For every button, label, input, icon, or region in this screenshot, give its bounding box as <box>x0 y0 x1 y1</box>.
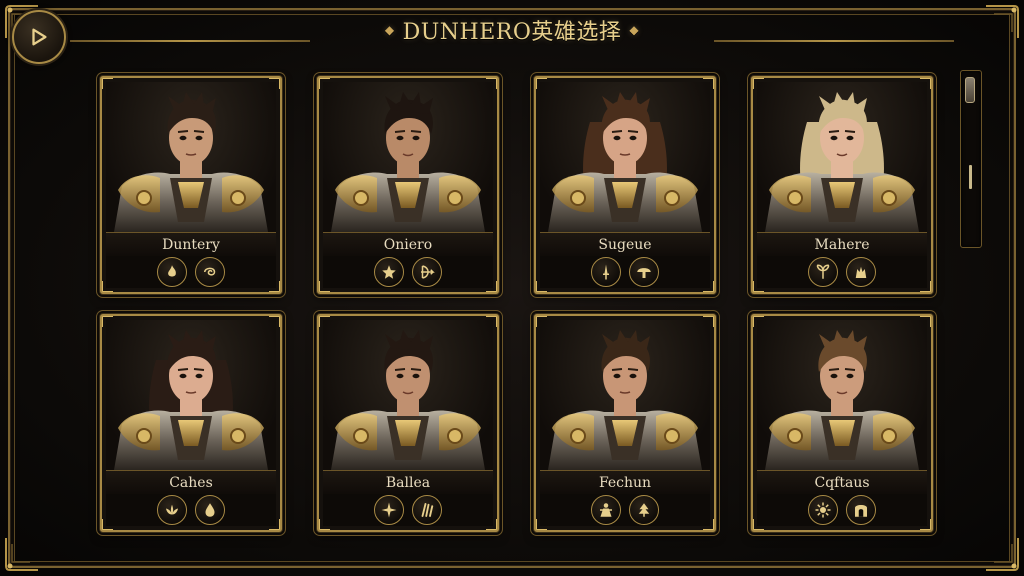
skill-slot[interactable] <box>374 257 404 287</box>
skill-slot[interactable] <box>412 495 442 525</box>
skill-slot[interactable] <box>629 257 659 287</box>
title-ornament-left: ◆ <box>384 23 395 37</box>
skill-slot[interactable] <box>374 495 404 525</box>
corner-ornament <box>982 2 1022 42</box>
page-title: ◆ DUNHERO英雄选择 ◆ <box>385 14 639 46</box>
hero-grid: Duntery Oniero Sugeue Mahere Cahes Balle… <box>98 72 933 532</box>
header-divider-right <box>714 40 954 42</box>
back-button[interactable] <box>12 10 66 64</box>
dagger-icon <box>603 264 609 280</box>
bow-icon <box>421 265 435 279</box>
hero-name: Mahere <box>757 232 927 258</box>
skill-slot[interactable] <box>846 495 876 525</box>
title-label: DUNHERO英雄选择 <box>402 20 622 45</box>
hero-card-sugeue[interactable]: Sugeue <box>534 76 716 294</box>
hero-skills <box>106 494 276 526</box>
hero-name: Duntery <box>106 232 276 258</box>
hero-skills <box>757 256 927 288</box>
swirl-icon <box>204 267 216 276</box>
lotus-icon <box>166 504 178 515</box>
corner-ornament <box>2 534 42 574</box>
hero-card-ballea[interactable]: Ballea <box>317 314 499 532</box>
leaf-icon <box>816 264 830 279</box>
hero-name: Cahes <box>106 470 276 496</box>
hero-name: Fechun <box>540 470 710 496</box>
hero-name: Ballea <box>323 470 493 496</box>
hero-portrait <box>323 82 493 232</box>
flame-icon <box>168 265 176 277</box>
hero-skills <box>323 256 493 288</box>
scroll-thumb[interactable] <box>965 77 975 103</box>
hero-skills <box>106 256 276 288</box>
header-divider-left <box>70 40 310 42</box>
hero-card-oniero[interactable]: Oniero <box>317 76 499 294</box>
star-icon <box>382 265 396 279</box>
skill-slot[interactable] <box>591 495 621 525</box>
hero-skills <box>540 256 710 288</box>
tree-icon <box>638 503 650 517</box>
hero-card-cahes[interactable]: Cahes <box>100 314 282 532</box>
hero-portrait <box>106 82 276 232</box>
claw-icon <box>421 503 434 517</box>
drop-icon <box>205 503 215 517</box>
hero-skills <box>540 494 710 526</box>
skill-slot[interactable] <box>195 257 225 287</box>
hero-portrait <box>540 320 710 470</box>
skill-slot[interactable] <box>591 257 621 287</box>
hero-portrait <box>757 320 927 470</box>
skill-slot[interactable] <box>808 257 838 287</box>
hero-name: Cqftaus <box>757 470 927 496</box>
skill-slot[interactable] <box>846 257 876 287</box>
skill-slot[interactable] <box>629 495 659 525</box>
hero-name: Sugeue <box>540 232 710 258</box>
mushroom-icon <box>637 268 651 278</box>
corner-ornament <box>982 534 1022 574</box>
play-arrow-icon <box>32 28 47 46</box>
hero-name: Oniero <box>323 232 493 258</box>
skill-slot[interactable] <box>157 495 187 525</box>
hero-portrait <box>106 320 276 470</box>
scrollbar[interactable] <box>960 70 982 248</box>
hero-skills <box>323 494 493 526</box>
sun-icon <box>815 502 831 518</box>
figure-icon <box>600 503 612 517</box>
skill-slot[interactable] <box>195 495 225 525</box>
hero-portrait <box>540 82 710 232</box>
hero-card-duntery[interactable]: Duntery <box>100 76 282 294</box>
wolf-icon <box>855 266 867 278</box>
title-bar: ◆ DUNHERO英雄选择 ◆ <box>300 12 724 48</box>
skill-slot[interactable] <box>808 495 838 525</box>
title-ornament-right: ◆ <box>629 23 640 37</box>
skill-slot[interactable] <box>412 257 442 287</box>
hero-skills <box>757 494 927 526</box>
hero-portrait <box>323 320 493 470</box>
hero-card-cqftaus[interactable]: Cqftaus <box>751 314 933 532</box>
hero-card-mahere[interactable]: Mahere <box>751 76 933 294</box>
hero-card-fechun[interactable]: Fechun <box>534 314 716 532</box>
scroll-indicator <box>969 165 972 189</box>
shuriken-icon <box>381 502 397 518</box>
hero-portrait <box>757 82 927 232</box>
gate-icon <box>855 504 867 517</box>
skill-slot[interactable] <box>157 257 187 287</box>
